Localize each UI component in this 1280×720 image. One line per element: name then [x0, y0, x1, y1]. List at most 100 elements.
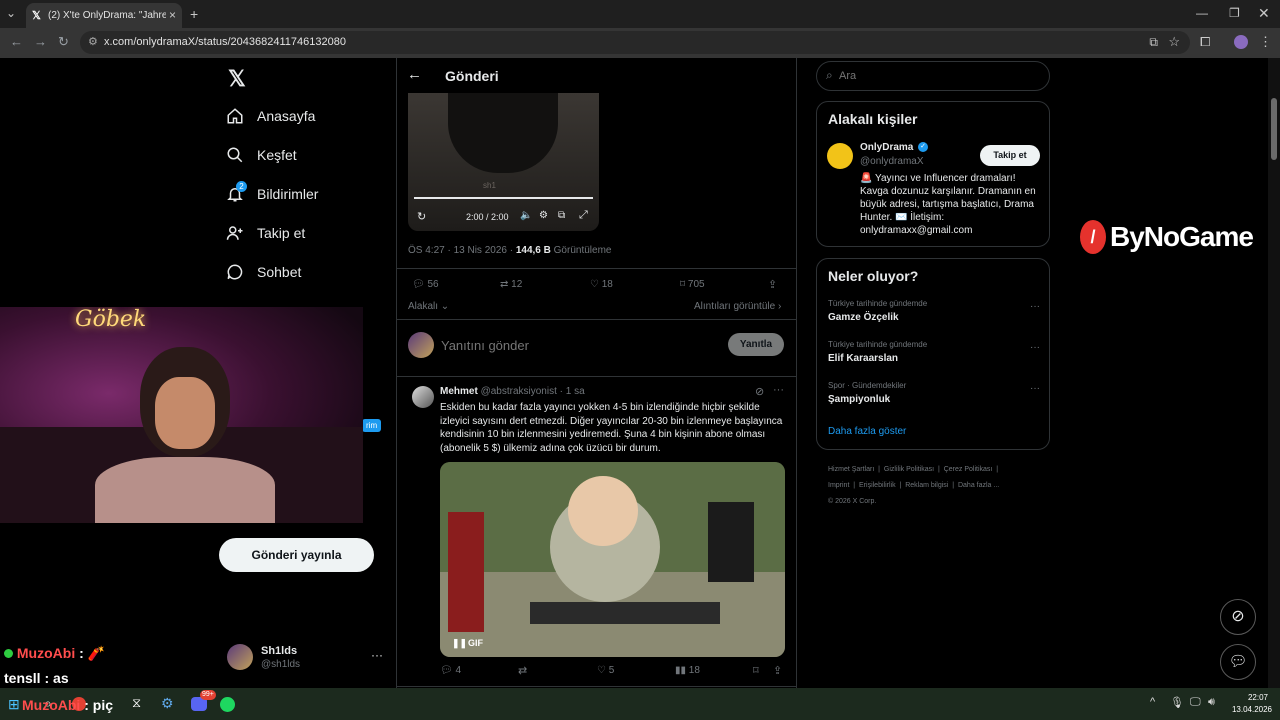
- grok-float-icon[interactable]: ⊘: [1220, 599, 1256, 635]
- back-icon[interactable]: ←: [10, 34, 23, 49]
- footer-link[interactable]: Gizlilik Politikası: [884, 466, 934, 473]
- reply-views-action[interactable]: ▮▮ 18: [675, 665, 700, 676]
- browser-tab[interactable]: 𝕏 (2) X'te OnlyDrama: "Jahrein, Ki ×: [26, 3, 182, 28]
- close-window-icon[interactable]: ✕: [1258, 5, 1270, 22]
- volume-icon[interactable]: 🔈: [520, 210, 532, 221]
- footer-link[interactable]: Çerez Politikası: [944, 466, 993, 473]
- search-box[interactable]: ⌕: [816, 61, 1050, 91]
- reply-author-name[interactable]: Mehmet: [440, 386, 478, 397]
- forward-icon[interactable]: →: [34, 34, 47, 49]
- x-logo-icon[interactable]: 𝕏: [228, 66, 246, 92]
- nav-chat[interactable]: Sohbet: [226, 260, 301, 284]
- extensions-icon[interactable]: ⧠: [1200, 34, 1210, 50]
- post-button[interactable]: Gönderi yayınla: [219, 538, 374, 572]
- grok-icon[interactable]: ⊘: [755, 385, 764, 398]
- repost-action[interactable]: ⇄ 12: [500, 279, 522, 290]
- replay-icon[interactable]: ↻: [417, 210, 426, 223]
- clock-date[interactable]: 13.04.2026: [1228, 705, 1272, 714]
- tab-close-icon[interactable]: ×: [169, 8, 176, 22]
- follow-button[interactable]: Takip et: [980, 145, 1040, 166]
- install-icon[interactable]: ⧉: [1149, 35, 1158, 50]
- settings-icon[interactable]: ⚙: [539, 210, 548, 221]
- capcut-taskbar-icon[interactable]: ⧖: [132, 695, 141, 711]
- like-action[interactable]: ♡ 18: [590, 279, 613, 290]
- chat-sep: :: [84, 697, 89, 713]
- bookmark-action[interactable]: ⌑ 705: [680, 279, 705, 290]
- sort-label: Alakalı: [408, 301, 439, 312]
- reload-icon[interactable]: ↻: [58, 34, 69, 50]
- reply-icon: 💬︎: [412, 279, 425, 290]
- footer-link[interactable]: Reklam bilgisi: [905, 482, 948, 489]
- url-text[interactable]: x.com/onlydramaX/status/2043682411746132…: [104, 36, 346, 48]
- steam-taskbar-icon[interactable]: ⚙: [161, 695, 174, 712]
- site-info-icon[interactable]: ⚙: [88, 35, 98, 48]
- trend-more-icon[interactable]: ···: [1030, 301, 1040, 312]
- video-progress-bar[interactable]: [414, 197, 593, 199]
- reply-input[interactable]: [441, 335, 711, 355]
- reply-author-avatar[interactable]: [412, 386, 434, 408]
- page-scrollbar[interactable]: [1268, 58, 1280, 688]
- show-more-link[interactable]: Daha fazla göster: [828, 426, 906, 437]
- menu-icon[interactable]: ⋮: [1259, 34, 1272, 50]
- footer-link[interactable]: Hizmet Şartları: [828, 466, 874, 473]
- reply-like-action[interactable]: ♡ 5: [597, 665, 614, 676]
- video-player[interactable]: sh1 ↻ 2:00 / 2:00 🔈 ⚙ ⧉ ⤢: [408, 93, 599, 231]
- bookmark-star-icon[interactable]: ☆: [1168, 34, 1180, 50]
- back-arrow-icon[interactable]: ←: [407, 66, 422, 83]
- trend-more-icon[interactable]: ···: [1030, 342, 1040, 353]
- gif-label: GIF: [468, 638, 483, 648]
- new-tab-icon[interactable]: +: [190, 6, 198, 22]
- webcam-person-face: [155, 377, 215, 449]
- onlydrama-avatar[interactable]: [827, 143, 853, 169]
- related-name[interactable]: OnlyDrama: [860, 142, 913, 153]
- tray-chevron-icon[interactable]: ^: [1150, 696, 1155, 708]
- network-icon[interactable]: 🖵︎: [1190, 696, 1201, 709]
- chat-message: 🧨: [87, 645, 106, 661]
- footer-link[interactable]: Erişilebilirlik: [859, 482, 896, 489]
- microphone-icon[interactable]: 🎙︎: [1170, 696, 1184, 709]
- nav-home[interactable]: Anasayfa: [226, 104, 315, 128]
- footer-link[interactable]: Imprint: [828, 482, 849, 489]
- reply-more-icon[interactable]: ···: [773, 384, 784, 396]
- trend-more-icon[interactable]: ···: [1030, 383, 1040, 394]
- account-name: Sh1lds: [261, 645, 298, 657]
- trend-item[interactable]: Türkiye tarihinde gündemde Elif Karaarsl…: [828, 340, 1040, 370]
- spotify-taskbar-icon[interactable]: [220, 697, 235, 712]
- gif-pause-icon[interactable]: ❚❚: [452, 638, 467, 649]
- nav-follow[interactable]: Takip et: [226, 221, 305, 245]
- reply-action[interactable]: 💬︎ 56: [412, 279, 439, 290]
- reply-reply-action[interactable]: 💬︎ 4: [440, 665, 461, 676]
- maximize-icon[interactable]: ❐: [1229, 6, 1240, 20]
- pip-icon[interactable]: ⧉: [558, 210, 565, 221]
- bookmark-count: 705: [687, 279, 705, 290]
- account-switcher[interactable]: Sh1lds @sh1lds ···: [227, 643, 397, 673]
- windows-start-icon[interactable]: ⊞: [8, 696, 20, 713]
- trend-item[interactable]: Türkiye tarihinde gündemde Gamze Özçelik…: [828, 299, 1040, 329]
- minimize-icon[interactable]: —: [1196, 6, 1208, 20]
- reply-bookmark-icon[interactable]: ⌑: [753, 664, 759, 677]
- clock-time[interactable]: 22:07: [1232, 693, 1268, 702]
- messages-float-icon[interactable]: 💬︎: [1220, 644, 1256, 680]
- bynogame-logo: / ByNoGame: [1080, 218, 1254, 256]
- search-input[interactable]: [839, 68, 1039, 84]
- volume-tray-icon[interactable]: 🔊︎: [1208, 696, 1215, 709]
- reply-gif[interactable]: ❚❚ GIF: [440, 462, 785, 657]
- share-icon[interactable]: ⇪: [768, 278, 777, 291]
- divider: [397, 376, 796, 377]
- scrollbar-thumb[interactable]: [1271, 98, 1277, 160]
- chat-user: tensll: [4, 670, 41, 686]
- reply-share-icon[interactable]: ⇪: [773, 664, 782, 677]
- sort-relevant[interactable]: Alakalı ⌄: [408, 301, 449, 312]
- more-icon[interactable]: ···: [371, 648, 383, 662]
- fullscreen-icon[interactable]: ⤢: [579, 209, 588, 222]
- reply-button[interactable]: Yanıtla: [728, 333, 784, 356]
- webcam-overlay: Göbek: [0, 307, 363, 523]
- profile-avatar[interactable]: [1234, 35, 1248, 49]
- omnibox[interactable]: ⚙ x.com/onlydramaX/status/20436824117461…: [80, 31, 1190, 54]
- quotes-link[interactable]: Alıntıları görüntüle ›: [694, 301, 781, 312]
- footer-link[interactable]: Daha fazla ...: [958, 482, 999, 489]
- reply-repost-icon[interactable]: ⇄: [518, 664, 527, 677]
- tab-search-icon[interactable]: ⌄: [6, 6, 16, 20]
- trend-item[interactable]: Spor · Gündemdekiler Şampiyonluk ···: [828, 381, 1040, 411]
- nav-explore[interactable]: Keşfet: [226, 143, 297, 167]
